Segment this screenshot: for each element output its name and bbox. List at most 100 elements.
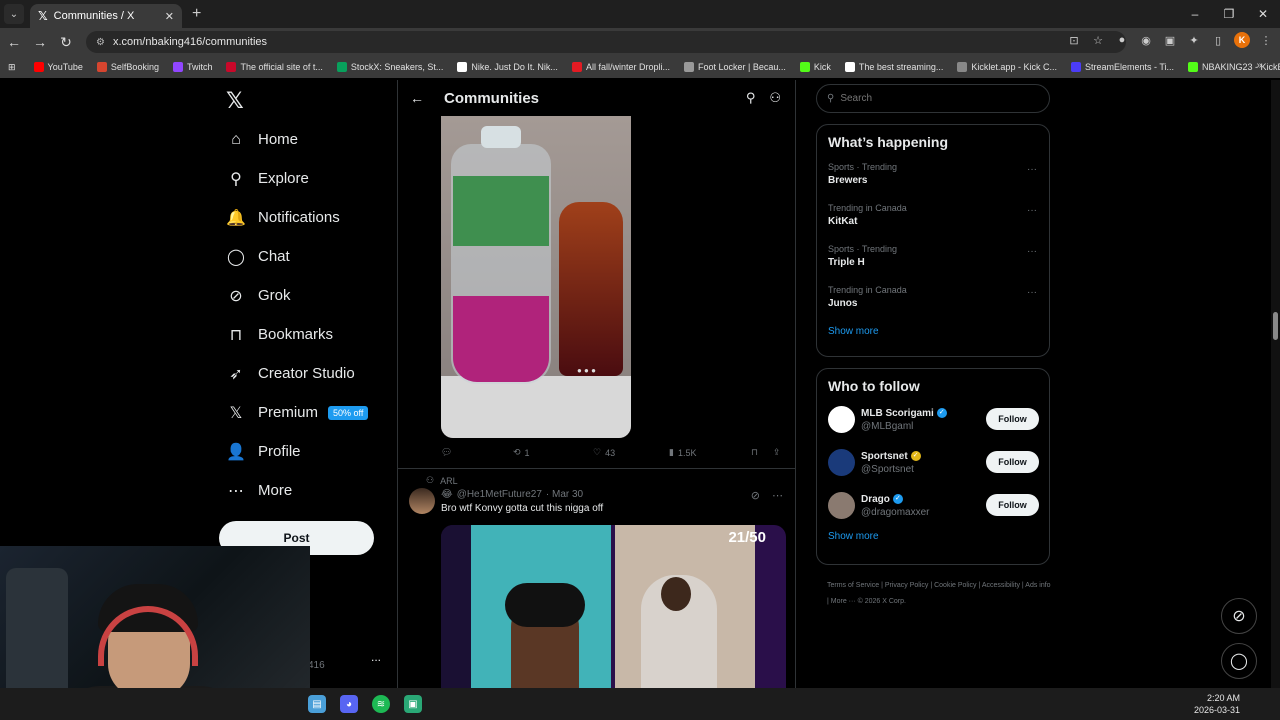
- follow-button[interactable]: Follow: [986, 451, 1039, 473]
- more-icon[interactable]: ···: [1027, 287, 1037, 298]
- close-window-button[interactable]: ✕: [1246, 0, 1280, 28]
- page-scrollbar[interactable]: [1271, 80, 1280, 688]
- profile-avatar[interactable]: K: [1234, 32, 1250, 48]
- follow-suggestion[interactable]: Sportsnet ✓ @Sportsnet Follow: [817, 441, 1049, 484]
- communities-people-icon[interactable]: ⚇: [769, 90, 781, 106]
- trend-item[interactable]: Sports · Trending Brewers ···: [817, 156, 1049, 197]
- search-input[interactable]: [840, 93, 1031, 104]
- notifications-icon: 🔔: [226, 209, 246, 227]
- site-info-icon[interactable]: ⚙: [96, 37, 105, 48]
- reload-icon[interactable]: ↻: [54, 34, 78, 51]
- show-more-follow-link[interactable]: Show more: [817, 527, 1049, 552]
- browser-menu-icon[interactable]: ⋮: [1258, 32, 1274, 48]
- back-arrow-icon[interactable]: ←: [410, 90, 424, 106]
- extensions-puzzle-icon[interactable]: ✦: [1186, 32, 1202, 48]
- minimize-button[interactable]: –: [1178, 0, 1212, 28]
- more-icon[interactable]: ···: [1027, 164, 1037, 175]
- x-logo-icon[interactable]: 𝕏: [226, 88, 244, 114]
- nav-item-grok[interactable]: ⊘ Grok: [226, 276, 368, 315]
- sidepanel-icon[interactable]: ▯: [1210, 32, 1226, 48]
- trend-item[interactable]: Trending in Canada KitKat ···: [817, 197, 1049, 238]
- bookmark-favicon-icon: [457, 62, 468, 72]
- search-box[interactable]: ⚲: [816, 84, 1050, 113]
- follow-suggestion[interactable]: MLB Scorigami ✓ @MLBgaml Follow: [817, 398, 1049, 441]
- url-bar[interactable]: ⚙ x.com/nbaking416/communities: [86, 31, 1126, 53]
- post-media-stream-clip[interactable]: 21/50: [441, 525, 786, 688]
- bookmark-item[interactable]: StockX: Sneakers, St...: [336, 62, 443, 72]
- follow-button[interactable]: Follow: [986, 408, 1039, 430]
- reply-action[interactable]: 💬︎: [441, 447, 513, 458]
- bookmark-star-icon[interactable]: ☆: [1090, 32, 1106, 48]
- taskbar-clock[interactable]: 2:20 AM 2026-03-31: [1194, 692, 1240, 716]
- maximize-button[interactable]: ❐: [1212, 0, 1246, 28]
- browser-tab[interactable]: 𝕏 Communities / X ✕: [30, 4, 182, 28]
- repost-action[interactable]: ⟲ 1: [513, 447, 593, 458]
- bookmark-item[interactable]: SelfBooking: [96, 62, 159, 72]
- nav-item-explore[interactable]: ⚲ Explore: [226, 159, 368, 198]
- account-handle-fragment[interactable]: 416: [308, 660, 325, 671]
- extension-icon[interactable]: ◉: [1138, 32, 1154, 48]
- post-date[interactable]: · Mar 30: [546, 489, 583, 500]
- post-media-photo[interactable]: ● ● ●: [441, 116, 631, 438]
- forward-icon[interactable]: →: [28, 34, 52, 50]
- bookmark-item[interactable]: YouTube: [33, 62, 83, 72]
- bookmark-item[interactable]: Twitch: [172, 62, 212, 72]
- avatar[interactable]: [828, 406, 855, 433]
- new-tab-button[interactable]: +: [192, 5, 201, 23]
- bookmark-label: The best streaming...: [858, 62, 944, 72]
- share-action[interactable]: ⇪: [773, 447, 781, 458]
- back-icon[interactable]: ←: [2, 34, 26, 50]
- avatar[interactable]: [828, 449, 855, 476]
- bookmark-item[interactable]: NBAKING23 - KickBot: [1187, 62, 1280, 72]
- show-more-trends-link[interactable]: Show more: [817, 320, 1049, 347]
- more-icon[interactable]: ···: [1027, 205, 1037, 216]
- app-icon[interactable]: ▣: [404, 695, 422, 713]
- like-action[interactable]: ♡ 43: [593, 447, 669, 458]
- extension-icon[interactable]: ▣: [1162, 32, 1178, 48]
- nav-item-more[interactable]: ⋯ More: [226, 471, 368, 510]
- more-bookmarks-icon[interactable]: »: [1256, 60, 1262, 71]
- bookmark-item[interactable]: Foot Locker | Becau...: [683, 62, 786, 72]
- more-icon[interactable]: ⋯: [772, 489, 783, 502]
- nav-item-bookmarks[interactable]: ⊓ Bookmarks: [226, 315, 368, 354]
- bookmark-item[interactable]: The best streaming...: [844, 62, 944, 72]
- tab-close-icon[interactable]: ✕: [165, 10, 174, 23]
- file-explorer-icon[interactable]: ▤: [308, 695, 326, 713]
- bookmark-item[interactable]: Nike. Just Do It. Nik...: [457, 62, 558, 72]
- scroll-thumb[interactable]: [1273, 312, 1278, 340]
- grok-fab-icon[interactable]: ⊘: [1221, 598, 1257, 634]
- nav-item-notifications[interactable]: 🔔 Notifications: [226, 198, 368, 237]
- tab-search-menu-button[interactable]: ⌄: [4, 4, 24, 24]
- more-icon[interactable]: ···: [1027, 246, 1037, 257]
- author-handle[interactable]: @He1MetFuture27: [457, 489, 542, 500]
- bookmark-item[interactable]: Kicklet.app - Kick C...: [957, 62, 1057, 72]
- search-icon[interactable]: ⚲: [746, 90, 756, 106]
- install-app-icon[interactable]: ⊡: [1066, 32, 1082, 48]
- avatar[interactable]: [409, 488, 435, 514]
- footer-links[interactable]: Terms of Service | Privacy Policy | Cook…: [827, 578, 1052, 610]
- follow-suggestion[interactable]: Drago ✓ @dragomaxxer Follow: [817, 484, 1049, 527]
- bookmark-item[interactable]: All fall/winter Dropli...: [571, 62, 670, 72]
- bookmark-action[interactable]: ⊓: [751, 447, 773, 458]
- views-action[interactable]: ▮ 1.5K: [669, 447, 751, 458]
- spotify-icon[interactable]: ≋: [372, 695, 390, 713]
- apps-grid-icon[interactable]: ⊞: [8, 62, 16, 73]
- community-context[interactable]: ⚇ ARL: [426, 475, 458, 486]
- chat-fab-icon[interactable]: ◯: [1221, 643, 1257, 679]
- bookmark-item[interactable]: The official site of t...: [226, 62, 323, 72]
- extension-icon[interactable]: ●: [1114, 32, 1130, 48]
- nav-item-creator-studio[interactable]: ➶ Creator Studio: [226, 354, 368, 393]
- bookmark-item[interactable]: Kick: [799, 62, 831, 72]
- follow-button[interactable]: Follow: [986, 494, 1039, 516]
- nav-item-premium[interactable]: 𝕏 Premium 50% off: [226, 393, 369, 432]
- grok-icon[interactable]: ⊘: [751, 489, 760, 502]
- discord-icon[interactable]: ◕: [340, 695, 358, 713]
- avatar[interactable]: [828, 492, 855, 519]
- trend-item[interactable]: Trending in Canada Junos ···: [817, 279, 1049, 320]
- nav-item-chat[interactable]: ◯ Chat: [226, 237, 368, 276]
- trend-item[interactable]: Sports · Trending Triple H ···: [817, 238, 1049, 279]
- bookmark-item[interactable]: StreamElements - Ti...: [1070, 62, 1174, 72]
- nav-item-home[interactable]: ⌂ Home: [226, 120, 368, 159]
- nav-item-profile[interactable]: 👤 Profile: [226, 432, 368, 471]
- account-more-icon[interactable]: ...: [371, 650, 381, 664]
